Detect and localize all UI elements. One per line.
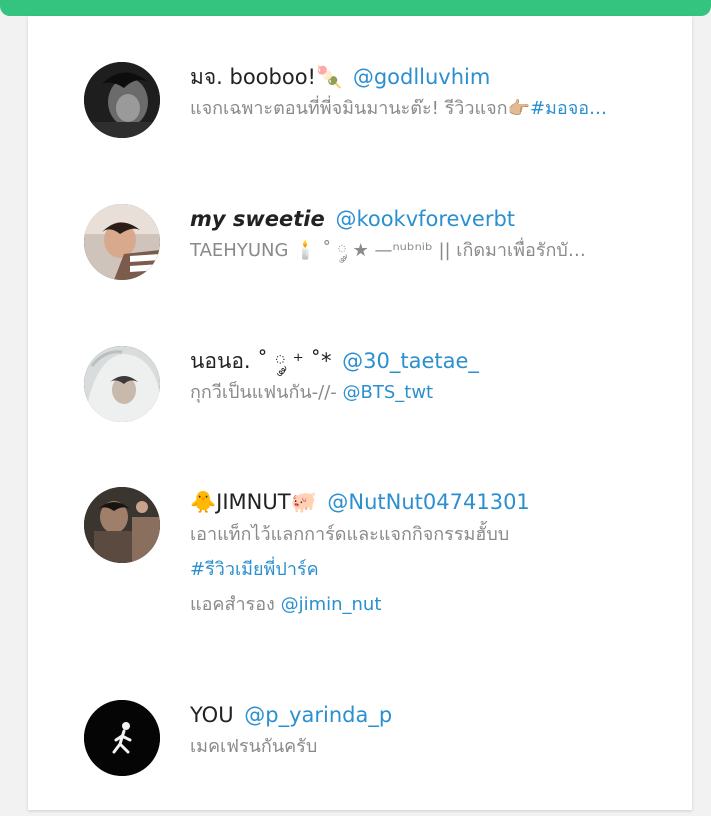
hashtag-link[interactable]: #รีวิวเมียพี่ปาร์ค <box>190 559 319 580</box>
name-line: นอนอ. ˚ ༘ ⁺ ˚* @30_taetae_ <box>190 346 674 376</box>
display-name[interactable]: 🐥JIMNUT🐖 <box>190 490 317 514</box>
bio-text: เอาแท็กไว้แลกการ์ดและแจกกิจกรรมฮั้บบ <box>190 524 510 545</box>
display-name[interactable]: มจ. booboo!🍡 <box>190 65 342 89</box>
user-bio: กุกวีเป็นแฟนกัน-//- @BTS_twt <box>190 376 674 410</box>
avatar[interactable] <box>84 346 160 422</box>
display-name[interactable]: my sweetie <box>190 207 325 231</box>
user-handle[interactable]: @NutNut04741301 <box>327 490 529 514</box>
user-bio: TAEHYUNG 🕯️ ˚ ༘ ★ —ⁿᵘᵇⁿⁱᵇ || เกิดมาเพื่อ… <box>190 234 674 268</box>
bio-mention-line: แอคสำรอง @jimin_nut <box>190 587 674 622</box>
bio-text: กุกวีเป็นแฟนกัน-//- <box>190 382 337 403</box>
avatar-image <box>84 62 160 138</box>
bio-text: แอคสำรอง <box>190 594 275 615</box>
avatar[interactable] <box>84 700 160 776</box>
user-handle[interactable]: @30_taetae_ <box>342 349 479 373</box>
bio-text: แจกเฉพาะตอนที่พี่จมินมานะต๊ะ! รีวิวแจก👉🏼 <box>190 98 530 119</box>
user-handle[interactable]: @p_yarinda_p <box>244 703 392 727</box>
user-bio: เมคเฟรนกันครับ <box>190 730 674 764</box>
avatar[interactable] <box>84 62 160 138</box>
avatar-image <box>84 346 160 422</box>
display-name[interactable]: นอนอ. ˚ ༘ ⁺ ˚* <box>190 349 331 373</box>
user-handle[interactable]: @godlluvhim <box>353 65 491 89</box>
user-bio: เอาแท็กไว้แลกการ์ดและแจกกิจกรรมฮั้บบ #รี… <box>190 517 674 622</box>
avatar[interactable] <box>84 204 160 280</box>
bio-text: เมคเฟรนกันครับ <box>190 736 318 757</box>
user-bio: แจกเฉพาะตอนที่พี่จมินมานะต๊ะ! รีวิวแจก👉🏼… <box>190 92 674 126</box>
avatar-image <box>84 487 160 563</box>
bio-hashtag-line: #รีวิวเมียพี่ปาร์ค <box>190 552 674 587</box>
display-name[interactable]: YOU <box>190 703 234 727</box>
name-line: 🐥JIMNUT🐖 @NutNut04741301 <box>190 487 674 517</box>
user-list-card: มจ. booboo!🍡 @godlluvhim แจกเฉพาะตอนที่พ… <box>28 16 692 810</box>
mention-link[interactable]: @BTS_twt <box>343 382 434 403</box>
top-accent-bar <box>0 0 711 16</box>
bio-text: TAEHYUNG 🕯️ ˚ ༘ ★ —ⁿᵘᵇⁿⁱᵇ || เกิดมาเพื่อ… <box>190 240 586 261</box>
user-handle[interactable]: @kookvforeverbt <box>335 207 515 231</box>
name-line: มจ. booboo!🍡 @godlluvhim <box>190 62 674 92</box>
name-line: my sweetie @kookvforeverbt <box>190 204 674 234</box>
name-line: YOU @p_yarinda_p <box>190 700 674 730</box>
avatar-image <box>84 700 160 776</box>
avatar-image <box>84 204 160 280</box>
mention-link[interactable]: @jimin_nut <box>281 594 382 615</box>
avatar[interactable] <box>84 487 160 563</box>
hashtag-link[interactable]: #มอจอ… <box>530 98 607 119</box>
